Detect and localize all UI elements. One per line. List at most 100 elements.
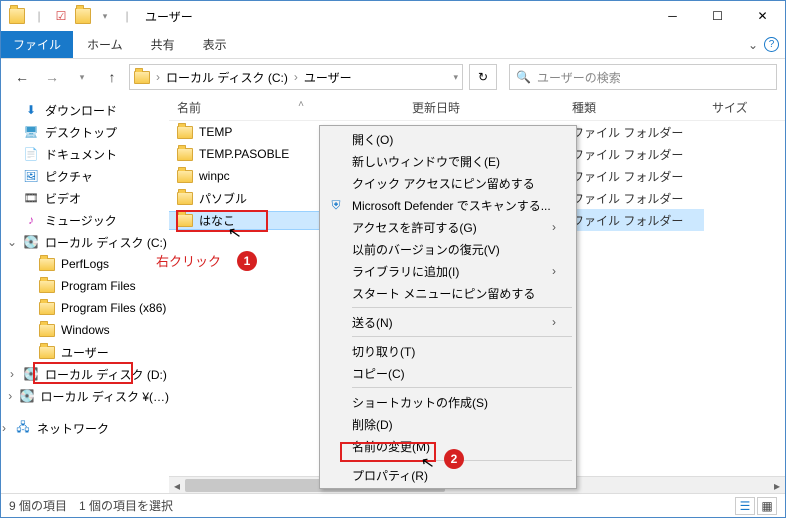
window-title: ユーザー xyxy=(145,8,193,25)
expand-icon[interactable]: › xyxy=(7,389,14,403)
tab-home[interactable]: ホーム xyxy=(73,31,137,58)
video-icon: 🎞 xyxy=(23,190,39,206)
sidebar-item-windows[interactable]: Windows xyxy=(1,319,169,341)
up-button[interactable]: ↑ xyxy=(99,64,125,90)
desktop-icon: 🖥 xyxy=(23,124,39,140)
ctx-pin-start[interactable]: スタート メニューにピン留めする xyxy=(322,282,574,304)
folder-icon xyxy=(39,324,55,337)
folder-icon xyxy=(177,170,193,183)
sidebar-item-users[interactable]: ユーザー xyxy=(1,341,169,363)
ctx-create-shortcut[interactable]: ショートカットの作成(S) xyxy=(322,391,574,413)
ctx-pin-quick-access[interactable]: クイック アクセスにピン留めする xyxy=(322,172,574,194)
address-bar[interactable]: › ローカル ディスク (C:) › ユーザー ▾ xyxy=(129,64,463,90)
sidebar-item-pictures[interactable]: 🖼ピクチャ xyxy=(1,165,169,187)
ctx-open[interactable]: 開く(O) xyxy=(322,128,574,150)
qa-folder-icon[interactable] xyxy=(75,8,91,24)
maximize-button[interactable]: ☐ xyxy=(695,1,740,31)
help-icon[interactable]: ? xyxy=(764,37,779,52)
expand-icon[interactable]: › xyxy=(1,421,9,435)
tab-file[interactable]: ファイル xyxy=(1,31,73,58)
sidebar-item-programfiles[interactable]: Program Files xyxy=(1,275,169,297)
annotation-right-click-label: 右クリック xyxy=(156,251,221,270)
tab-view[interactable]: 表示 xyxy=(189,31,241,58)
forward-button[interactable]: → xyxy=(39,64,65,90)
sidebar-item-localdisk-other[interactable]: ›💽ローカル ディスク ¥(…) xyxy=(1,385,169,407)
nav-bar: ← → ▾ ↑ › ローカル ディスク (C:) › ユーザー ▾ ↻ 🔍 ユー… xyxy=(1,59,785,95)
annotation-badge-2: 2 xyxy=(444,449,464,469)
refresh-button[interactable]: ↻ xyxy=(469,64,497,90)
disk-icon: 💽 xyxy=(20,388,35,404)
ribbon-expand-icon[interactable]: ⌄ xyxy=(748,38,758,52)
column-name[interactable]: 名前 xyxy=(169,99,404,116)
ctx-defender-scan[interactable]: ⛨Microsoft Defender でスキャンする... xyxy=(322,194,574,216)
ctx-grant-access[interactable]: アクセスを許可する(G)› xyxy=(322,216,574,238)
ctx-separator xyxy=(352,336,572,337)
ctx-copy[interactable]: コピー(C) xyxy=(322,362,574,384)
recent-dropdown[interactable]: ▾ xyxy=(69,64,95,90)
status-item-count: 9 個の項目 xyxy=(9,497,67,514)
chevron-right-icon[interactable]: › xyxy=(292,70,300,84)
sidebar-item-programfiles86[interactable]: Program Files (x86) xyxy=(1,297,169,319)
back-button[interactable]: ← xyxy=(9,64,35,90)
title-bar: | ☑ ▾ | ユーザー ─ ☐ ✕ xyxy=(1,1,785,31)
folder-icon xyxy=(39,258,55,271)
sidebar-item-downloads[interactable]: ⬇ダウンロード xyxy=(1,99,169,121)
minimize-button[interactable]: ─ xyxy=(650,1,695,31)
music-icon: ♪ xyxy=(23,212,39,228)
sidebar-item-videos[interactable]: 🎞ビデオ xyxy=(1,187,169,209)
navigation-pane[interactable]: ⬇ダウンロード 🖥デスクトップ 📄ドキュメント 🖼ピクチャ 🎞ビデオ ♪ミュージ… xyxy=(1,95,169,493)
ctx-add-to-library[interactable]: ライブラリに追加(I)› xyxy=(322,260,574,282)
status-selected: 1 個の項目を選択 xyxy=(79,497,173,514)
document-icon: 📄 xyxy=(23,146,39,162)
qa-sep2: | xyxy=(119,8,135,24)
expand-icon[interactable]: › xyxy=(7,367,17,381)
ctx-cut[interactable]: 切り取り(T) xyxy=(322,340,574,362)
ctx-separator xyxy=(352,387,572,388)
ctx-separator xyxy=(352,307,572,308)
ctx-open-new-window[interactable]: 新しいウィンドウで開く(E) xyxy=(322,150,574,172)
ctx-restore-previous[interactable]: 以前のバージョンの復元(V) xyxy=(322,238,574,260)
folder-icon xyxy=(39,346,55,359)
icons-view-button[interactable]: ▦ xyxy=(757,497,777,515)
folder-icon xyxy=(177,126,193,139)
column-headers: 名前 更新日時 種類 サイズ xyxy=(169,95,785,121)
search-icon: 🔍 xyxy=(516,70,531,84)
folder-icon xyxy=(39,280,55,293)
status-bar: 9 個の項目 1 個の項目を選択 ☰ ▦ xyxy=(1,493,785,517)
sidebar-item-localdisk-c[interactable]: ⌄💽ローカル ディスク (C:) xyxy=(1,231,169,253)
sidebar-item-perflogs[interactable]: PerfLogs xyxy=(1,253,169,275)
sidebar-item-network[interactable]: ›🖧ネットワーク xyxy=(1,417,169,439)
sidebar-item-localdisk-d[interactable]: ›💽ローカル ディスク (D:) xyxy=(1,363,169,385)
details-view-button[interactable]: ☰ xyxy=(735,497,755,515)
scroll-left-icon[interactable]: ◂ xyxy=(169,477,185,493)
breadcrumb-c[interactable]: ローカル ディスク (C:) xyxy=(166,69,288,86)
disk-icon: 💽 xyxy=(23,234,39,250)
sidebar-item-documents[interactable]: 📄ドキュメント xyxy=(1,143,169,165)
collapse-icon[interactable]: ⌄ xyxy=(7,235,17,249)
sidebar-item-desktop[interactable]: 🖥デスクトップ xyxy=(1,121,169,143)
network-icon: 🖧 xyxy=(15,420,31,436)
column-date[interactable]: 更新日時 xyxy=(404,99,564,116)
qa-dropdown-icon[interactable]: ▾ xyxy=(97,8,113,24)
folder-icon xyxy=(177,192,193,205)
submenu-arrow-icon: › xyxy=(552,315,556,329)
sidebar-item-music[interactable]: ♪ミュージック xyxy=(1,209,169,231)
column-size[interactable]: サイズ xyxy=(704,99,784,116)
column-type[interactable]: 種類 xyxy=(564,99,704,116)
address-folder-icon xyxy=(134,71,150,84)
search-input[interactable]: 🔍 ユーザーの検索 xyxy=(509,64,777,90)
close-button[interactable]: ✕ xyxy=(740,1,785,31)
address-dropdown-icon[interactable]: ▾ xyxy=(453,72,458,83)
folder-icon xyxy=(177,148,193,161)
scroll-right-icon[interactable]: ▸ xyxy=(769,477,785,493)
qa-check-icon[interactable]: ☑ xyxy=(53,8,69,24)
breadcrumb-users[interactable]: ユーザー xyxy=(304,69,352,86)
picture-icon: 🖼 xyxy=(23,168,39,184)
context-menu: 開く(O) 新しいウィンドウで開く(E) クイック アクセスにピン留めする ⛨M… xyxy=(319,125,577,489)
ctx-send-to[interactable]: 送る(N)› xyxy=(322,311,574,333)
tab-share[interactable]: 共有 xyxy=(137,31,189,58)
chevron-right-icon[interactable]: › xyxy=(154,70,162,84)
ribbon-tabs: ファイル ホーム 共有 表示 ⌄ ? xyxy=(1,31,785,59)
ctx-delete[interactable]: 削除(D) xyxy=(322,413,574,435)
folder-icon xyxy=(9,8,25,24)
